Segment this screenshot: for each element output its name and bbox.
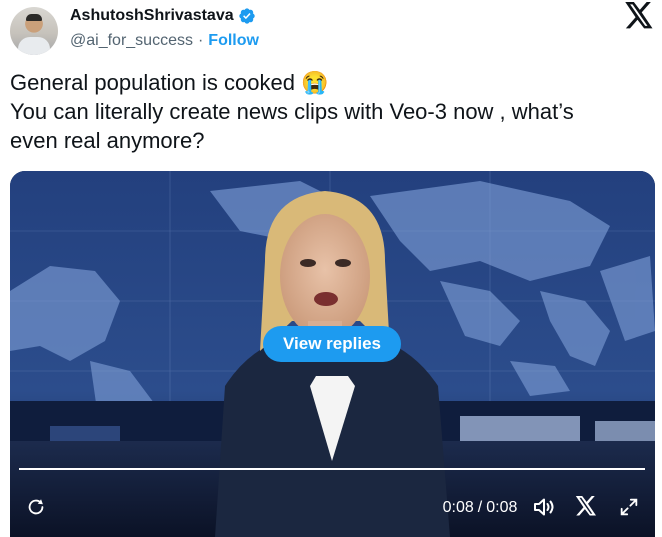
total-duration: 0:08 [486, 499, 518, 516]
elapsed-time: 0:08 [442, 499, 474, 516]
verified-badge-icon [238, 8, 255, 24]
fullscreen-icon[interactable] [618, 496, 640, 518]
author-handle[interactable]: @ai_for_success [70, 32, 193, 50]
volume-icon[interactable] [532, 496, 556, 518]
progress-bar[interactable] [19, 468, 645, 470]
tweet-line-2: You can literally create news clips with… [10, 99, 574, 124]
video-player[interactable]: View replies 0:08 / 0:08 [10, 171, 655, 537]
x-logo-icon[interactable] [624, 2, 654, 29]
avatar-hair [26, 14, 42, 21]
replay-icon[interactable] [25, 496, 47, 518]
avatar-shirt [18, 37, 50, 55]
follow-button[interactable]: Follow [208, 32, 259, 50]
view-replies-button[interactable]: View replies [263, 326, 401, 362]
tweet-line-3: even real anymore? [10, 128, 205, 153]
progress-fill [19, 468, 645, 470]
tweet-line-1: General population is cooked 😭 [10, 70, 329, 95]
author-handle-row: @ai_for_success · Follow [70, 31, 259, 51]
tweet-text: General population is cooked 😭 You can l… [10, 68, 650, 155]
handle-separator: · [197, 32, 204, 49]
avatar[interactable] [10, 7, 58, 55]
playback-time: 0:08 / 0:08 [437, 498, 523, 518]
time-separator: / [477, 499, 483, 516]
author-display-name[interactable]: AshutoshShrivastava [70, 7, 234, 25]
x-logo-small-icon[interactable] [575, 496, 597, 516]
author-name-row: AshutoshShrivastava [70, 5, 256, 27]
